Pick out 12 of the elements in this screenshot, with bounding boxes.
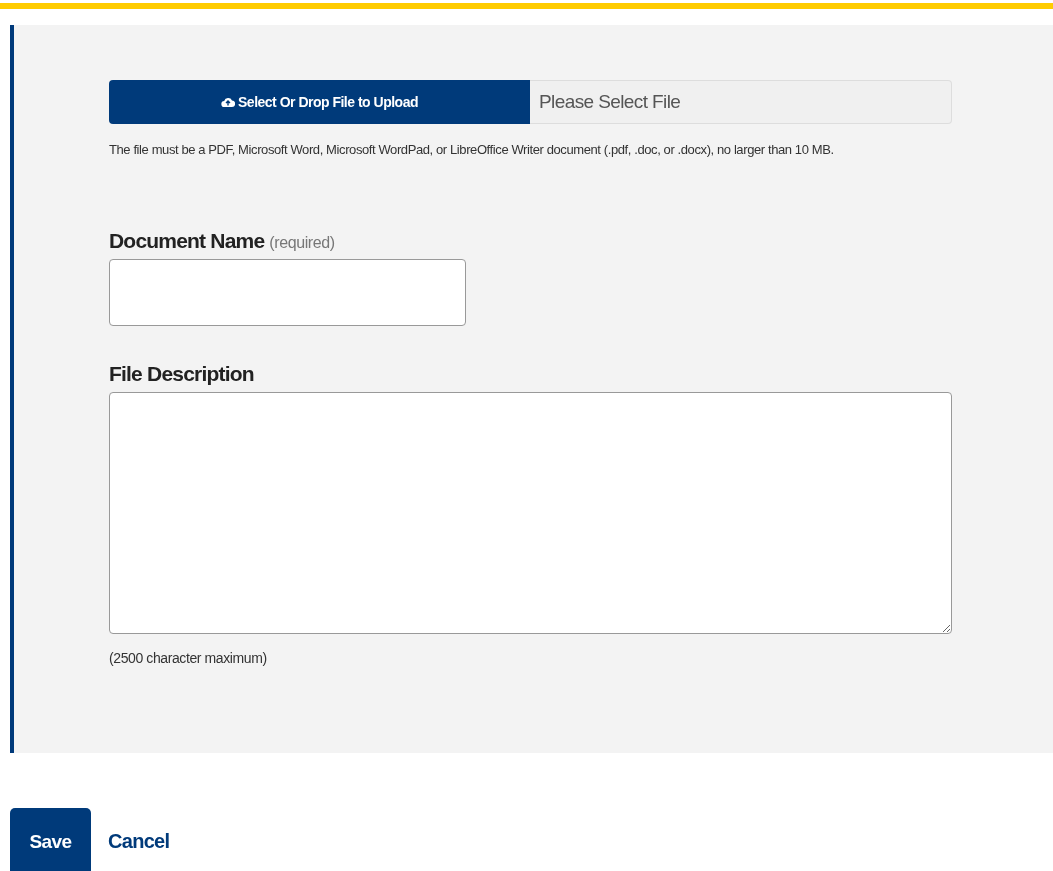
character-limit-note: (2500 character maximum) xyxy=(109,650,268,666)
required-hint: (required) xyxy=(269,234,335,251)
upload-button[interactable]: Select Or Drop File to Upload xyxy=(109,80,530,124)
file-description-field[interactable] xyxy=(109,392,952,634)
save-button[interactable]: Save xyxy=(10,808,91,871)
file-name-field[interactable]: Please Select File xyxy=(530,80,952,124)
cancel-link[interactable]: Cancel xyxy=(108,829,170,859)
document-name-field[interactable] xyxy=(109,259,466,326)
file-requirements-text: The file must be a PDF, Microsoft Word, Microsoft WordPad, or LibreOffice Writer document (.pdf, .doc, or .docx), no larger than 10 MB. xyxy=(109,142,835,157)
cloud-upload-icon xyxy=(221,96,235,108)
file-description-label: File Description xyxy=(109,362,255,386)
document-name-label: Document Name xyxy=(109,229,265,252)
